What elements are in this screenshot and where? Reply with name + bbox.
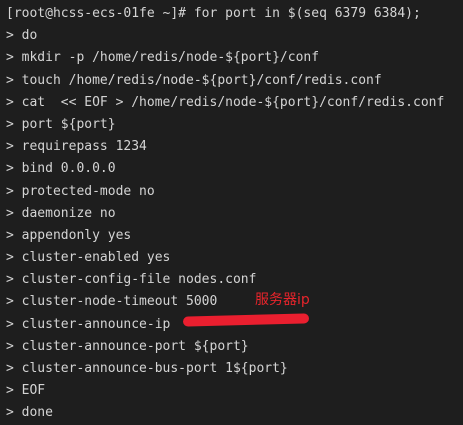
terminal-line: > cluster-announce-bus-port 1${port}	[6, 361, 288, 376]
terminal-line: > EOF	[6, 383, 46, 399]
terminal-line: > cluster-config-file nodes.conf	[6, 272, 257, 288]
terminal-line: > port ${port}	[6, 116, 116, 132]
terminal-line: > mkdir -p /home/redis/node-${port}/conf	[6, 50, 320, 66]
terminal-line: > protected-mode no	[6, 183, 155, 199]
terminal-line: > touch /home/redis/node-${port}/conf/re…	[6, 72, 382, 88]
terminal-line: > cluster-enabled yes	[6, 250, 171, 266]
terminal-line: > bind 0.0.0.0	[6, 161, 116, 177]
terminal-line: > cat << EOF > /home/redis/node-${port}/…	[6, 94, 445, 110]
terminal-line: > daemonize no	[6, 205, 116, 221]
terminal-line: > cluster-node-timeout 5000	[6, 294, 218, 310]
terminal-line: > cluster-announce-port ${port}	[6, 338, 249, 354]
terminal-line: > do	[6, 28, 38, 44]
terminal-line-command: [root@hcss-ecs-01fe ~]# for port in $(se…	[6, 6, 421, 21]
terminal-line: > done	[6, 405, 53, 421]
terminal-window[interactable]: [root@hcss-ecs-01fe ~]# for port in $(se…	[0, 0, 463, 421]
terminal-line: > appendonly yes	[6, 227, 132, 243]
server-ip-annotation: 服务器ip	[255, 292, 310, 308]
terminal-line: > requirepass 1234	[6, 139, 147, 155]
